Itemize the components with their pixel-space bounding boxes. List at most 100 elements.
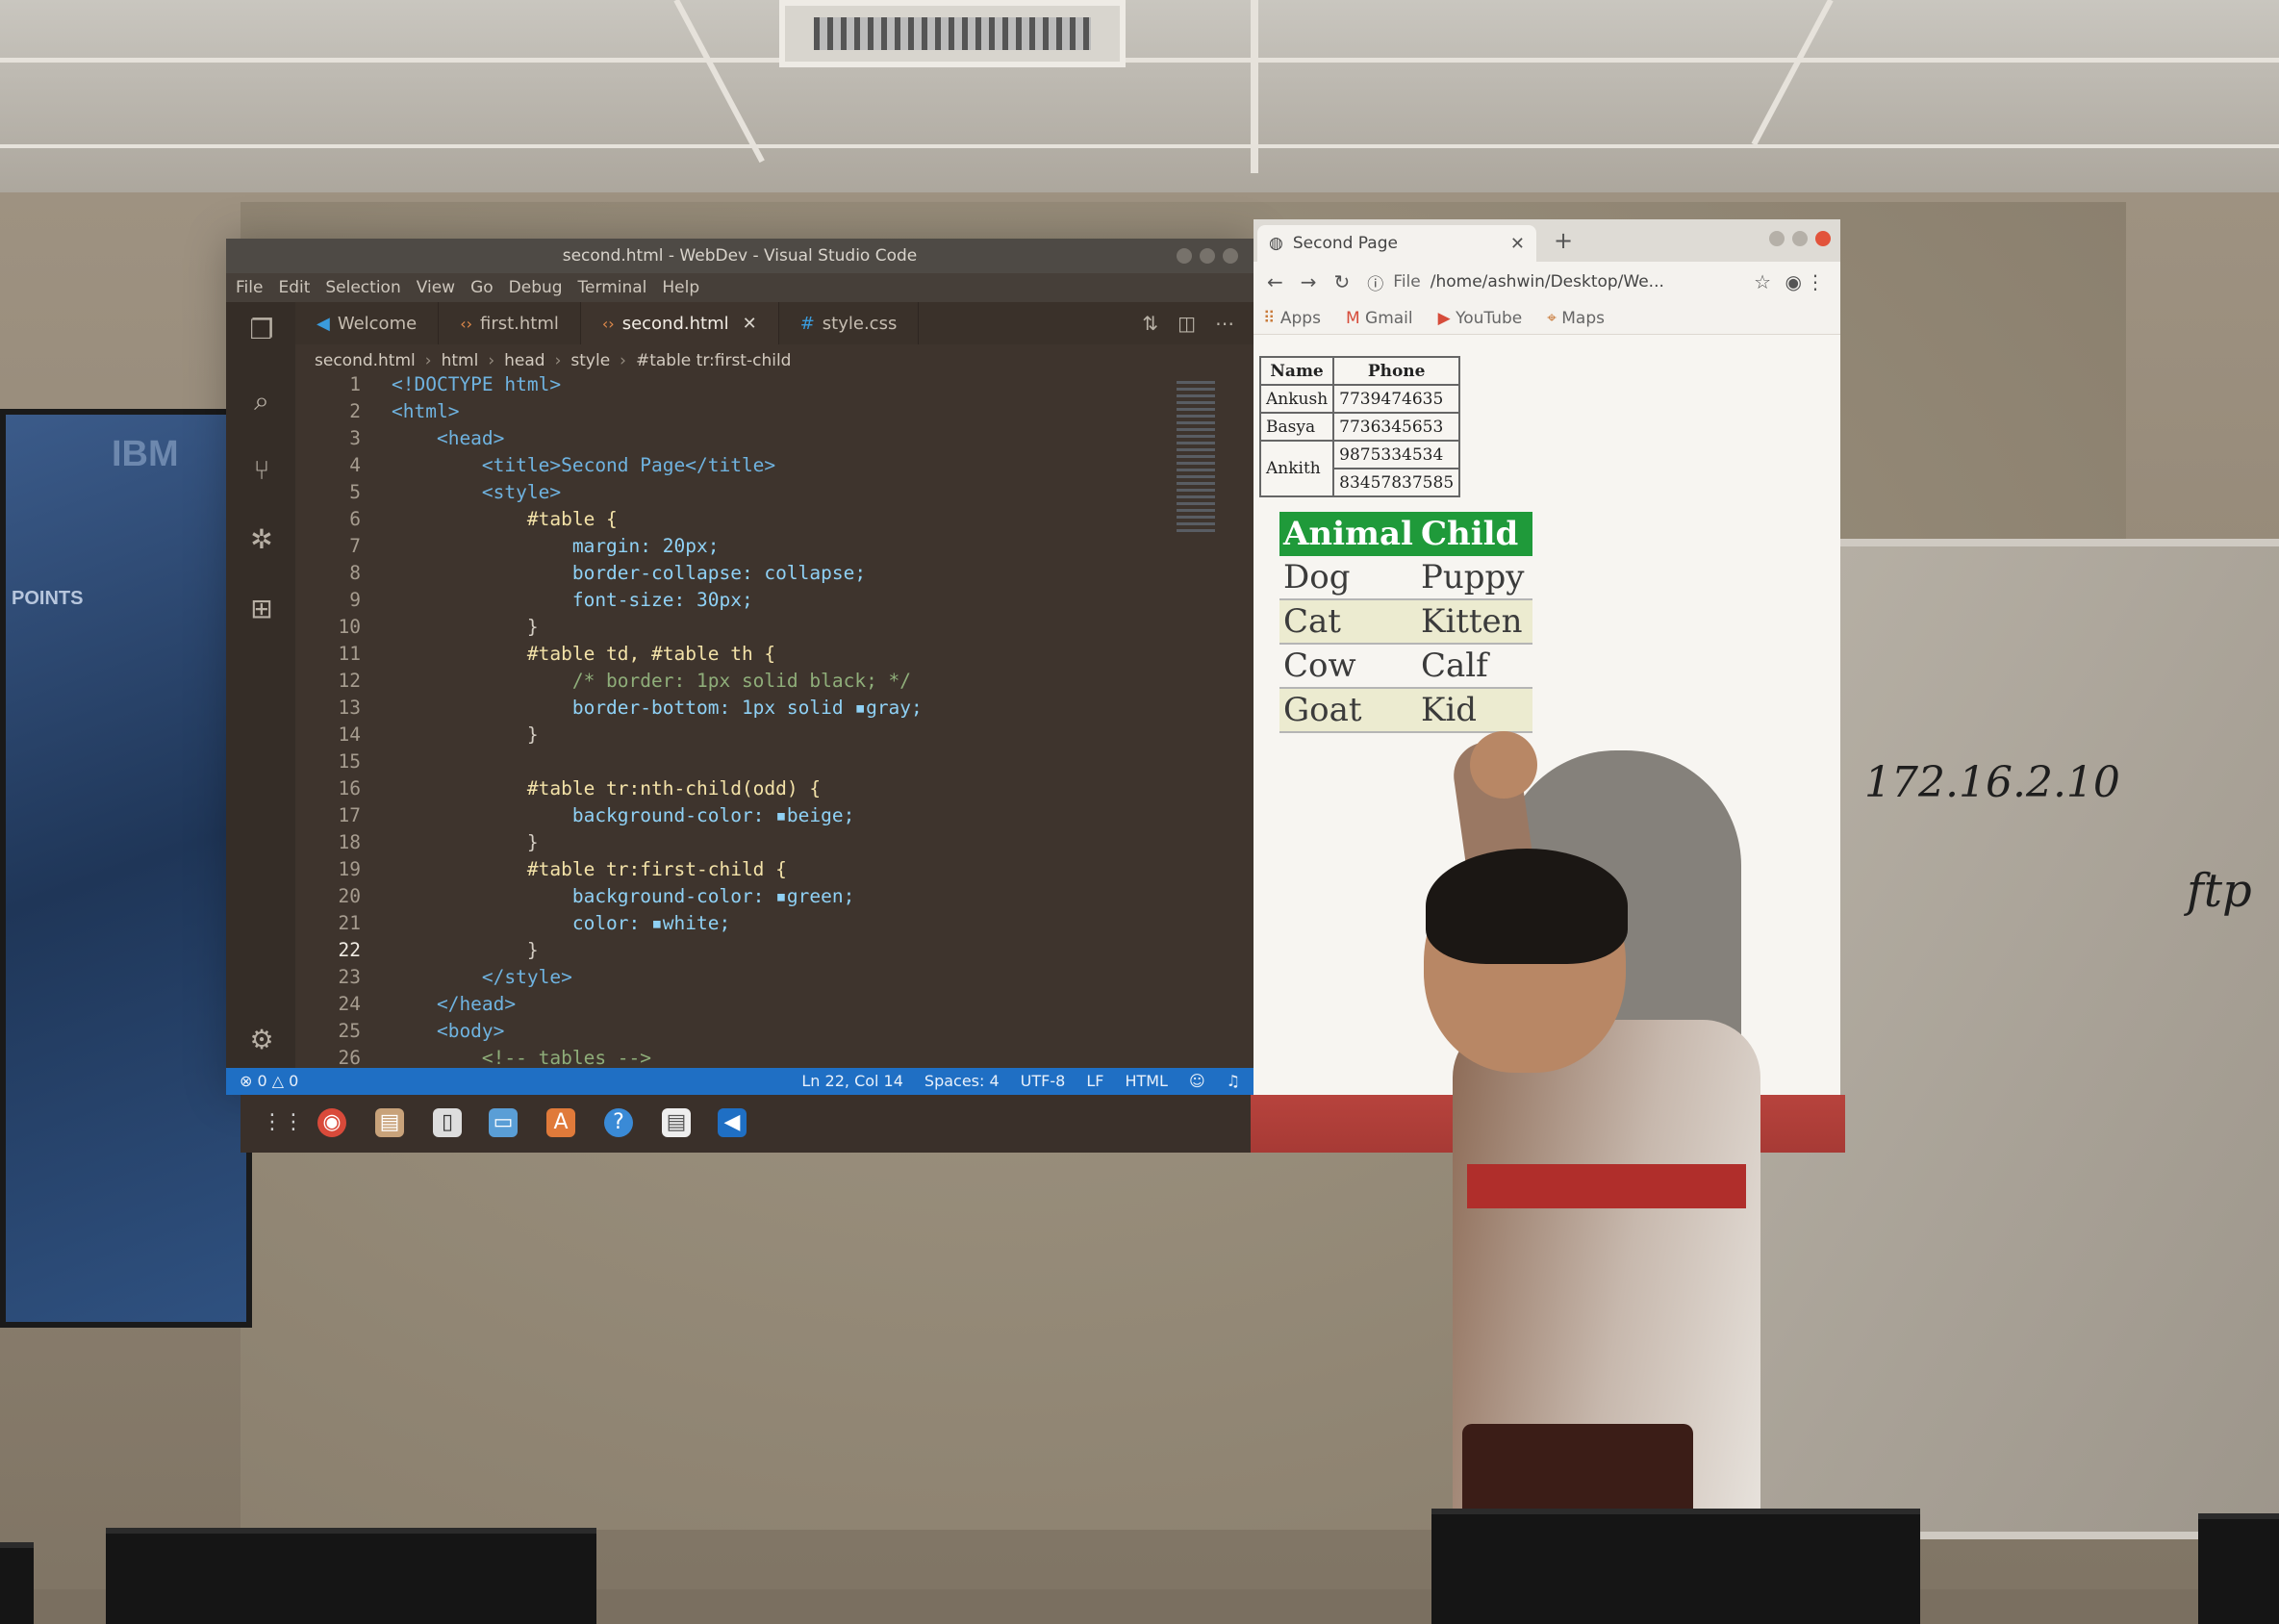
window-titlebar: second.html - WebDev - Visual Studio Cod… [226,239,1253,273]
code-line[interactable]: 16 #table tr:nth-child(odd) { [295,775,1161,802]
maximize-button[interactable] [1792,231,1808,246]
help-icon[interactable]: ? [604,1108,633,1137]
code-line[interactable]: 15 [295,749,1161,775]
menu-go[interactable]: Go [470,273,494,302]
code-line[interactable]: 21 color: ▪white; [295,910,1161,937]
menu-view[interactable]: View [417,273,455,302]
code-line[interactable]: 24 </head> [295,991,1161,1018]
address-bar[interactable]: ⓘ File /home/ashwin/Desktop/We... [1367,266,1773,297]
line-number: 13 [338,697,361,719]
indentation[interactable]: Spaces: 4 [924,1068,1000,1095]
ceiling-grid-line [1751,0,1834,146]
code-text: <body> [392,1020,505,1042]
code-line[interactable]: 8 border-collapse: collapse; [295,560,1161,587]
maximize-button[interactable] [1200,248,1215,264]
bell-icon[interactable]: ♫ [1227,1068,1240,1095]
code-line[interactable]: 19 #table tr:first-child { [295,856,1161,883]
language-mode[interactable]: HTML [1125,1068,1168,1095]
chrome-icon[interactable]: ◉ [317,1108,346,1137]
minimize-button[interactable] [1769,231,1785,246]
code-line[interactable]: 25 <body> [295,1018,1161,1045]
forward-arrow-icon[interactable]: → [1301,270,1317,293]
profile-icon[interactable]: ◉ [1785,270,1802,293]
extensions-icon[interactable]: ⊞ [247,595,276,623]
document-icon[interactable]: ▤ [662,1108,691,1137]
split-editor-icon[interactable]: ◫ [1177,312,1196,335]
tab-first-html[interactable]: ‹› first.html [439,302,581,344]
close-button[interactable] [1223,248,1238,264]
tab-welcome[interactable]: ◀ Welcome [295,302,440,344]
menu-help[interactable]: Help [662,273,699,302]
code-text: color: ▪white; [392,912,731,934]
menu-file[interactable]: File [236,273,263,302]
compare-icon[interactable]: ⇅ [1142,312,1158,335]
code-line[interactable]: 10 } [295,614,1161,641]
animal-cell: Goat [1279,688,1417,733]
feedback-icon[interactable]: ☺ [1189,1068,1205,1095]
minimap[interactable] [1177,381,1215,535]
problems-indicator[interactable]: ⊗ 0 △ 0 [240,1068,298,1095]
table-header: Phone [1332,356,1461,386]
software-icon[interactable]: A [546,1108,575,1137]
code-line[interactable]: 23 </style> [295,964,1161,991]
minimize-button[interactable] [1177,248,1192,264]
new-tab-button[interactable]: + [1554,227,1573,254]
bookmark-gmail[interactable]: M Gmail [1346,309,1413,328]
source-control-icon[interactable]: ⑂ [247,456,276,485]
star-icon[interactable]: ☆ [1754,270,1771,293]
code-line[interactable]: 7 margin: 20px; [295,533,1161,560]
contact-phone: 7736345653 [1332,412,1461,442]
code-line[interactable]: 12 /* border: 1px solid black; */ [295,668,1161,695]
code-line[interactable]: 2 <html> [295,398,1161,425]
url-scheme: File [1393,272,1421,292]
code-editor[interactable]: 1 <!DOCTYPE html> 2 <html> 3 <head> 4 <title>… [295,373,1253,1069]
code-line[interactable]: 6 #table { [295,506,1161,533]
end-of-line[interactable]: LF [1086,1068,1103,1095]
terminal-icon[interactable]: ▯ [433,1108,462,1137]
text-editor-icon[interactable]: ▭ [489,1108,518,1137]
editor-tabs: ◀ Welcome ‹› first.html ‹› second.html ✕… [295,302,1253,344]
bookmarks-bar: ⠿ Apps M Gmail ▶ YouTube ⌖ Maps [1253,302,1840,335]
cursor-position[interactable]: Ln 22, Col 14 [801,1068,903,1095]
files-icon[interactable]: ▤ [375,1108,404,1137]
explorer-icon[interactable]: ❐ [247,316,276,344]
code-line[interactable]: 1 <!DOCTYPE html> [295,371,1161,398]
code-line[interactable]: 5 <style> [295,479,1161,506]
code-line[interactable]: 17 background-color: ▪beige; [295,802,1161,829]
search-icon[interactable]: ⌕ [247,387,276,416]
tab-style-css[interactable]: # style.css [779,302,920,344]
code-line[interactable]: 11 #table td, #table th { [295,641,1161,668]
bookmark-maps[interactable]: ⌖ Maps [1547,309,1605,328]
code-line[interactable]: 20 background-color: ▪green; [295,883,1161,910]
tab-second-html[interactable]: ‹› second.html ✕ [580,302,779,344]
line-number: 19 [338,858,361,880]
code-line[interactable]: 18 } [295,829,1161,856]
menu-terminal[interactable]: Terminal [578,273,647,302]
contact-name: Ankush [1258,384,1335,414]
browser-tab[interactable]: ◍ Second Page ✕ [1257,225,1536,262]
menu-edit[interactable]: Edit [278,273,310,302]
bookmark-youtube[interactable]: ▶ YouTube [1438,309,1523,328]
encoding[interactable]: UTF-8 [1021,1068,1066,1095]
vscode-icon[interactable]: ◀ [718,1108,747,1137]
reload-icon[interactable]: ↻ [1334,270,1351,293]
code-line[interactable]: 14 } [295,722,1161,749]
close-button[interactable] [1815,231,1831,246]
back-arrow-icon[interactable]: ← [1267,270,1283,293]
code-line[interactable]: 13 border-bottom: 1px solid ▪gray; [295,695,1161,722]
bookmark-apps[interactable]: ⠿ Apps [1263,309,1321,328]
gear-icon[interactable]: ⚙ [247,1026,276,1054]
apps-grid-icon[interactable]: ⋮⋮ [262,1108,304,1137]
code-line[interactable]: 22 } [295,937,1161,964]
code-line[interactable]: 9 font-size: 30px; [295,587,1161,614]
menu-dots-icon[interactable]: ⋮ [1806,270,1825,293]
debug-icon[interactable]: ✲ [247,525,276,554]
close-icon[interactable]: ✕ [743,314,757,334]
menu-debug[interactable]: Debug [509,273,563,302]
code-line[interactable]: 4 <title>Second Page</title> [295,452,1161,479]
code-line[interactable]: 3 <head> [295,425,1161,452]
close-icon[interactable]: ✕ [1510,234,1525,254]
animal-cell: Cow [1279,644,1417,689]
menu-selection[interactable]: Selection [325,273,400,302]
more-actions-icon[interactable]: ⋯ [1215,312,1234,335]
